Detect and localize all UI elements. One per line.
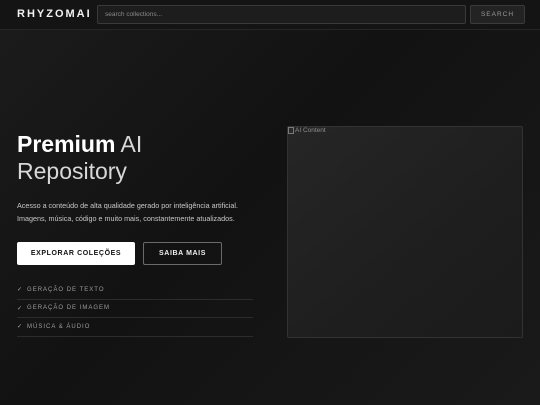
check-icon: ✓ <box>17 324 24 331</box>
feature-item-text-generation: ✓ GERAÇÃO DE TEXTO <box>17 281 253 300</box>
hero-description-line: Acesso a conteúdo de alta qualidade gera… <box>17 201 238 210</box>
feature-item-image-generation: ✓ GERAÇÃO DE IMAGEM <box>17 300 253 318</box>
check-icon: ✓ <box>17 287 24 294</box>
hero-title: Premium AI Repository <box>17 131 257 185</box>
hero-description: Acesso a conteúdo de alta qualidade gera… <box>17 199 277 225</box>
broken-image-icon <box>288 127 294 134</box>
search-input[interactable] <box>97 5 466 24</box>
search-button[interactable]: SEARCH <box>470 5 525 24</box>
broken-image-placeholder: AI Content <box>288 127 326 134</box>
image-alt-text: AI Content <box>295 127 326 134</box>
feature-label: MÚSICA & ÁUDIO <box>27 323 91 330</box>
top-nav-bar: RHYZOMAI SEARCH <box>0 0 540 30</box>
check-icon: ✓ <box>17 305 24 312</box>
hero-title-strong: Premium <box>17 131 116 157</box>
feature-list: ✓ GERAÇÃO DE TEXTO ✓ GERAÇÃO DE IMAGEM ✓… <box>17 281 253 337</box>
feature-label: GERAÇÃO DE IMAGEM <box>27 305 111 312</box>
feature-item-music-audio: ✓ MÚSICA & ÁUDIO <box>17 318 253 337</box>
explore-collections-button[interactable]: EXPLORAR COLEÇÕES <box>17 242 135 265</box>
ai-content-image: AI Content <box>287 126 523 338</box>
learn-more-button[interactable]: SAIBA MAIS <box>143 242 222 265</box>
hero-description-line: Imagens, música, código e muito mais, co… <box>17 214 235 223</box>
logo[interactable]: RHYZOMAI <box>17 8 92 20</box>
feature-label: GERAÇÃO DE TEXTO <box>27 286 105 293</box>
